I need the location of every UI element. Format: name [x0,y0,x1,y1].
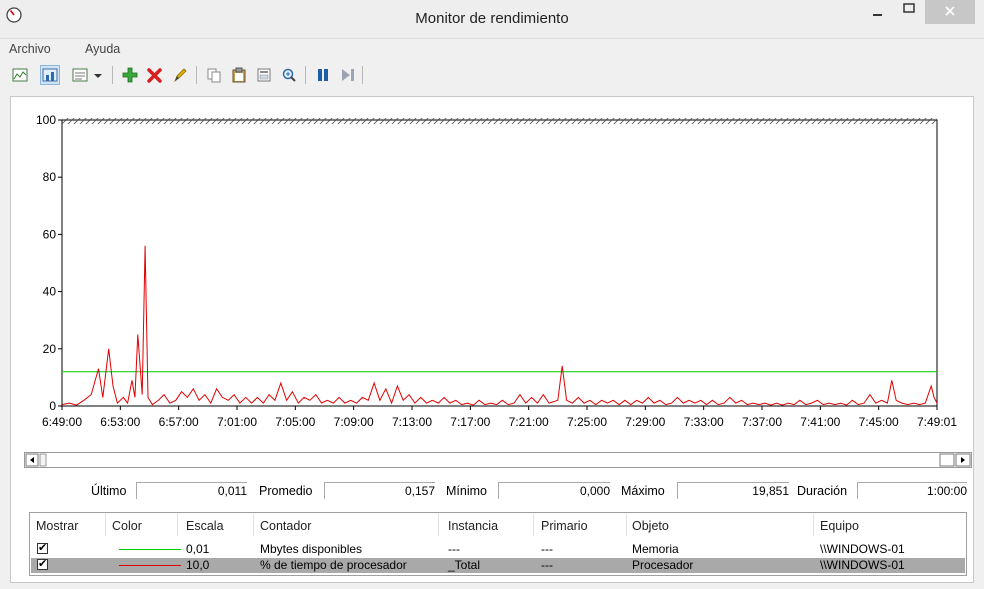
x-tick-label: 7:33:00 [684,415,724,429]
y-tick-label: 100 [36,113,56,127]
last-value: 0,011 [136,482,247,499]
minimum-label: Mínimo [446,484,487,498]
x-tick-label: 7:49:01 [917,415,957,429]
average-value: 0,157 [324,482,435,499]
scrollbar-track [24,452,972,468]
parent-cell: --- [541,558,553,572]
legend-row[interactable]: ✔ 0,01 Mbytes disponibles --- --- Memori… [31,542,965,557]
x-tick-label: 7:41:00 [800,415,840,429]
duration-value: 1:00:00 [857,482,967,499]
header-divider [533,514,534,536]
x-tick-label: 7:09:00 [334,415,374,429]
y-tick-label: 20 [43,342,57,356]
object-cell: Procesador [632,558,694,572]
header-divider [438,514,439,536]
show-checkbox[interactable]: ✔ [37,559,48,570]
header-scale[interactable]: Escala [186,519,224,533]
x-tick-label: 7:45:00 [859,415,899,429]
header-counter[interactable]: Contador [260,519,311,533]
x-tick-label: 7:21:00 [509,415,549,429]
header-computer[interactable]: Equipo [820,519,859,533]
x-tick-label: 6:53:00 [100,415,140,429]
x-tick-label: 7:01:00 [217,415,257,429]
y-tick-label: 40 [43,285,57,299]
y-tick-label: 80 [43,170,57,184]
x-tick-label: 7:13:00 [392,415,432,429]
last-label: Último [91,484,127,498]
x-tick-label: 7:05:00 [275,415,315,429]
header-show[interactable]: Mostrar [36,519,78,533]
color-swatch [119,565,181,566]
x-tick-label: 7:17:00 [450,415,490,429]
stats-bar: Último 0,011 Promedio 0,157 Mínimo 0,000… [0,480,984,502]
time-scrollbar[interactable] [24,452,972,468]
overflow-hatch [62,118,937,124]
header-divider [253,514,254,536]
x-tick-label: 7:29:00 [625,415,665,429]
header-parent[interactable]: Primario [541,519,588,533]
instance-cell: --- [448,542,460,556]
x-tick-label: 7:25:00 [567,415,607,429]
maximum-value: 19,851 [677,482,789,499]
x-tick-label: 6:57:00 [159,415,199,429]
header-divider [626,514,627,536]
x-tick-label: 7:37:00 [742,415,782,429]
minimum-value: 0,000 [498,482,610,499]
computer-cell: \\WINDOWS-01 [820,542,905,556]
computer-cell: \\WINDOWS-01 [820,558,905,572]
performance-chart: 0 20 40 60 80 100 6:49:00 6:53:00 6:57:00 7:01:00… [36,113,957,429]
header-divider [813,514,814,536]
legend-row-selected[interactable]: ✔ 10,0 % de tiempo de procesador _Total … [31,558,965,573]
plot-area [61,119,938,407]
parent-cell: --- [541,542,553,556]
header-divider [177,514,178,536]
counter-legend-table: Mostrar Color Escala Contador Instancia … [29,512,967,576]
color-swatch [119,549,181,550]
show-checkbox[interactable]: ✔ [37,543,48,554]
counter-cell: % de tiempo de procesador [260,558,407,572]
header-object[interactable]: Objeto [632,519,669,533]
header-divider [105,514,106,536]
average-label: Promedio [259,484,313,498]
y-tick-label: 0 [49,399,56,413]
counter-cell: Mbytes disponibles [260,542,363,556]
object-cell: Memoria [632,542,679,556]
y-tick-label: 60 [43,227,57,241]
duration-label: Duración [797,484,848,498]
x-tick-label: 6:49:00 [42,415,82,429]
scale-cell: 0,01 [186,542,210,556]
header-color[interactable]: Color [112,519,142,533]
maximum-label: Máximo [621,484,665,498]
scale-cell: 10,0 [186,558,210,572]
header-instance[interactable]: Instancia [448,519,498,533]
instance-cell: _Total [448,558,481,572]
